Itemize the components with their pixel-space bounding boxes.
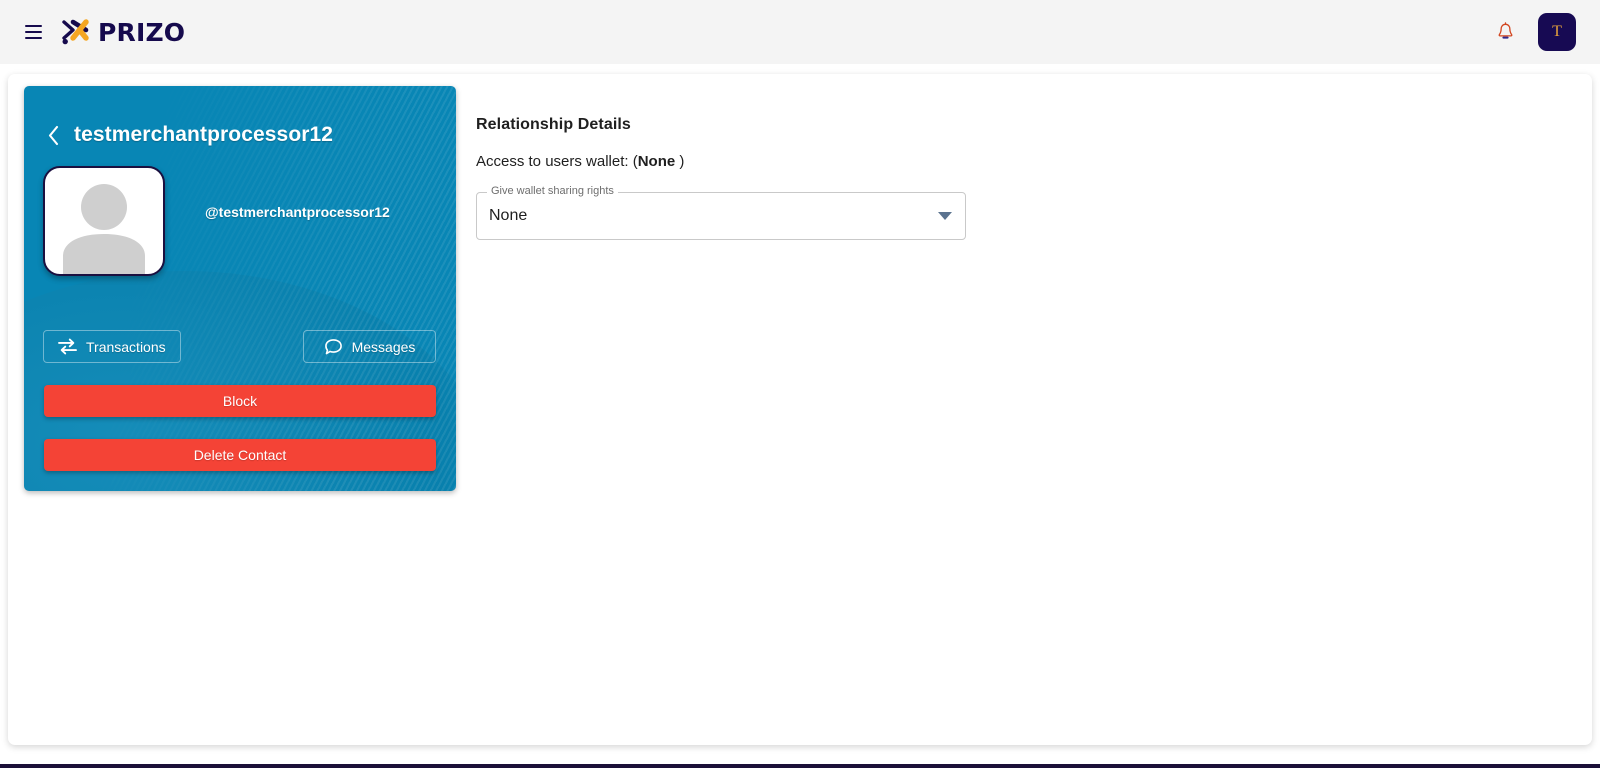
- wallet-sharing-rights-select[interactable]: Give wallet sharing rights None: [476, 185, 966, 240]
- chat-bubble-icon: [324, 338, 342, 354]
- contact-avatar: [43, 166, 165, 276]
- chevron-left-icon: [48, 125, 58, 145]
- notifications-button[interactable]: [1488, 15, 1522, 49]
- transactions-button-label: Transactions: [86, 338, 166, 355]
- prizo-x-logo-icon: [62, 19, 89, 45]
- contact-handle: @testmerchantprocessor12: [205, 204, 390, 220]
- back-button[interactable]: [43, 122, 63, 148]
- user-avatar-button[interactable]: T: [1538, 13, 1576, 51]
- profile-card-header: testmerchantprocessor12: [24, 86, 456, 148]
- messages-button[interactable]: Messages: [303, 330, 436, 363]
- hamburger-line: [24, 25, 42, 27]
- app-logo-text: PRIZO: [98, 17, 186, 47]
- relationship-details-heading: Relationship Details: [476, 116, 631, 133]
- header-left-group: PRIZO: [16, 15, 185, 49]
- hamburger-line: [24, 31, 42, 33]
- delete-button-wrap: Delete Contact: [24, 417, 456, 471]
- wallet-access-label: Access to users wallet: (: [476, 153, 638, 170]
- transactions-button[interactable]: Transactions: [43, 330, 181, 363]
- profile-action-row: Transactions Messages: [24, 276, 456, 363]
- user-placeholder-avatar-icon: [63, 184, 145, 274]
- hamburger-menu-icon[interactable]: [16, 15, 50, 49]
- relationship-details-panel: Relationship Details Access to users wal…: [476, 116, 1176, 240]
- bell-icon: [1498, 22, 1512, 39]
- contact-profile-card: testmerchantprocessor12 @testmerchantpro…: [24, 86, 456, 491]
- swap-arrows-icon: [58, 338, 77, 355]
- app-logo[interactable]: PRIZO: [54, 16, 185, 48]
- messages-button-label: Messages: [351, 338, 416, 355]
- app-header: PRIZO T: [0, 0, 1600, 64]
- wallet-access-value: None: [637, 153, 676, 170]
- block-button-wrap: Block: [24, 363, 456, 417]
- contact-display-name: testmerchantprocessor12: [74, 123, 334, 146]
- bottom-bar: [0, 764, 1600, 768]
- wallet-sharing-rights-trigger[interactable]: [476, 192, 966, 240]
- wallet-access-suffix: ): [675, 153, 685, 170]
- profile-card-inner: testmerchantprocessor12 @testmerchantpro…: [24, 86, 456, 491]
- delete-contact-button[interactable]: Delete Contact: [44, 439, 436, 471]
- wallet-access-status: Access to users wallet: (None ): [476, 153, 1176, 170]
- header-right-group: T: [1488, 13, 1584, 51]
- contact-identity-row: @testmerchantprocessor12: [24, 148, 456, 276]
- hamburger-line: [24, 37, 42, 39]
- content-sheet: testmerchantprocessor12 @testmerchantpro…: [8, 74, 1592, 745]
- block-button[interactable]: Block: [44, 385, 436, 417]
